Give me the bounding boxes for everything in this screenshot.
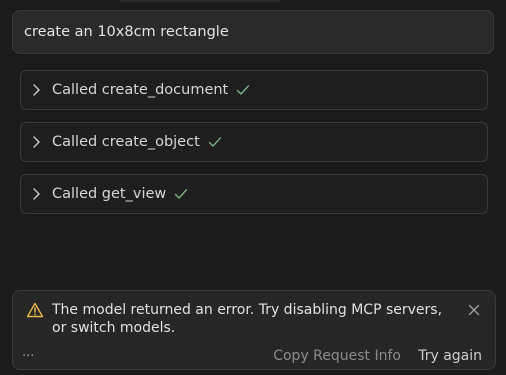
close-icon[interactable] xyxy=(467,303,481,317)
checkmark-icon xyxy=(236,84,250,96)
error-message: The model returned an error. Try disabli… xyxy=(52,302,443,336)
tool-call-label: Called create_document xyxy=(52,82,229,98)
checkmark-icon xyxy=(208,136,222,148)
tool-call-label: Called get_view xyxy=(52,186,167,202)
try-again-button[interactable]: Try again xyxy=(418,348,482,364)
copy-request-info-button[interactable]: Copy Request Info xyxy=(273,348,401,364)
warning-icon xyxy=(26,302,44,318)
tool-call-label: Called create_object xyxy=(52,134,200,150)
more-options-button[interactable]: ... xyxy=(22,345,34,360)
user-prompt-text: create an 10x8cm rectangle xyxy=(24,24,229,40)
checkmark-icon xyxy=(174,188,188,200)
chat-panel: create an 10x8cm rectangle Called create… xyxy=(0,0,506,375)
error-banner: The model returned an error. Try disabli… xyxy=(12,290,496,370)
top-divider xyxy=(120,0,280,2)
tool-call-create-object[interactable]: Called create_object xyxy=(20,122,488,162)
chevron-right-icon xyxy=(32,83,44,97)
tool-call-create-document[interactable]: Called create_document xyxy=(20,70,488,110)
chevron-right-icon xyxy=(32,187,44,201)
user-prompt-bubble[interactable]: create an 10x8cm rectangle xyxy=(12,10,494,54)
tool-call-get-view[interactable]: Called get_view xyxy=(20,174,488,214)
chevron-right-icon xyxy=(32,135,44,149)
